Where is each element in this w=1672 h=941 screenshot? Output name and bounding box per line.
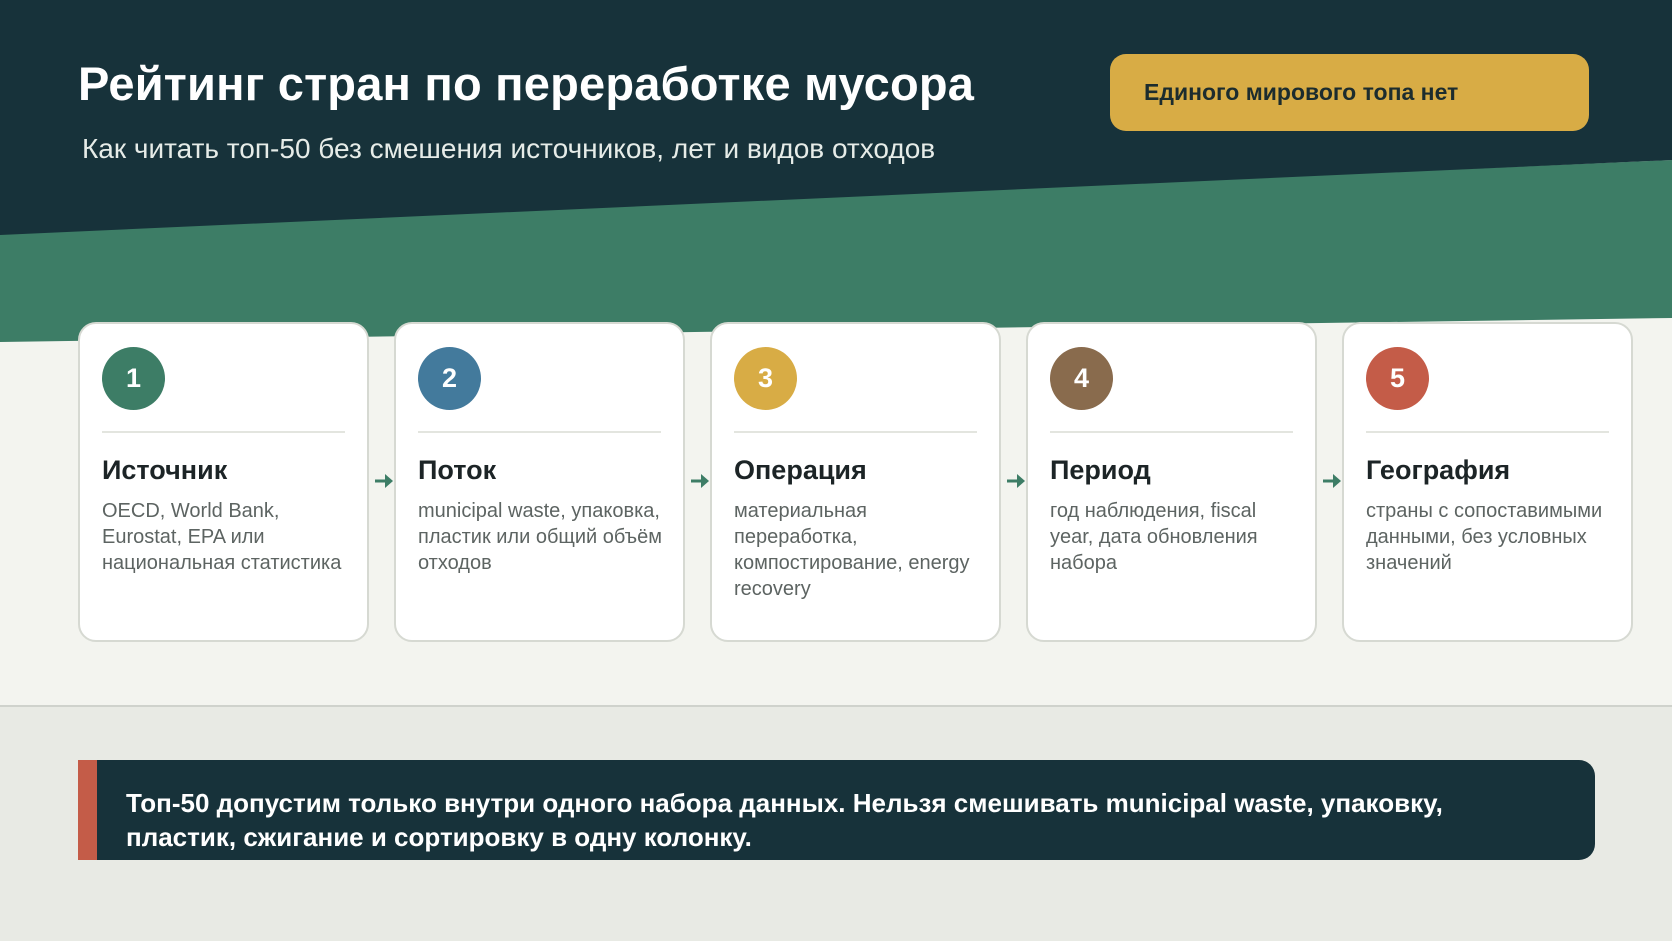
arrow-right-icon [690,470,710,492]
step-description: municipal waste, упаковка, пластик или о… [418,500,663,574]
step-number-badge: 2 [418,347,481,410]
step-number-badge: 3 [734,347,797,410]
step-title: Источник [102,455,228,485]
note-text: Топ-50 допустим только внутри одного наб… [126,788,1443,852]
step-description: год наблюдения, fiscal year, дата обновл… [1050,500,1258,574]
step-title: Поток [418,455,497,485]
arrow-right-icon [1006,470,1026,492]
arrow-right-icon [1322,470,1342,492]
card-divider [418,431,661,433]
warning-note: Топ-50 допустим только внутри одного наб… [78,760,1595,860]
step-description: OECD, World Bank, Eurostat, EPA или наци… [102,500,342,574]
card-divider [1050,431,1293,433]
step-description: материальная переработка, компостировани… [734,500,970,600]
note-accent-bar [78,760,97,860]
badge-label: Единого мирового топа нет [1144,79,1459,105]
step-title: География [1366,455,1511,485]
step-card-source: 1 Источник OECD, World Bank, Eurostat, E… [78,322,369,642]
step-card-period: 4 Период год наблюдения, fiscal year, да… [1026,322,1317,642]
card-divider [734,431,977,433]
step-number-badge: 5 [1366,347,1429,410]
step-card-operation: 3 Операция материальная переработка, ком… [710,322,1001,642]
step-number-badge: 4 [1050,347,1113,410]
step-description: страны с сопоставимыми данными, без усло… [1366,500,1603,574]
step-title: Операция [734,455,867,485]
page-title: Рейтинг стран по переработке мусора [78,57,975,110]
no-global-top-badge: Единого мирового топа нет [1110,54,1589,131]
step-number-badge: 1 [102,347,165,410]
card-divider [102,431,345,433]
arrow-right-icon [374,470,394,492]
step-title: Период [1050,455,1151,485]
page-subtitle: Как читать топ-50 без смешения источнико… [82,133,936,164]
card-divider [1366,431,1609,433]
step-card-stream: 2 Поток municipal waste, упаковка, пласт… [394,322,685,642]
step-card-geography: 5 География страны с сопоставимыми данны… [1342,322,1633,642]
